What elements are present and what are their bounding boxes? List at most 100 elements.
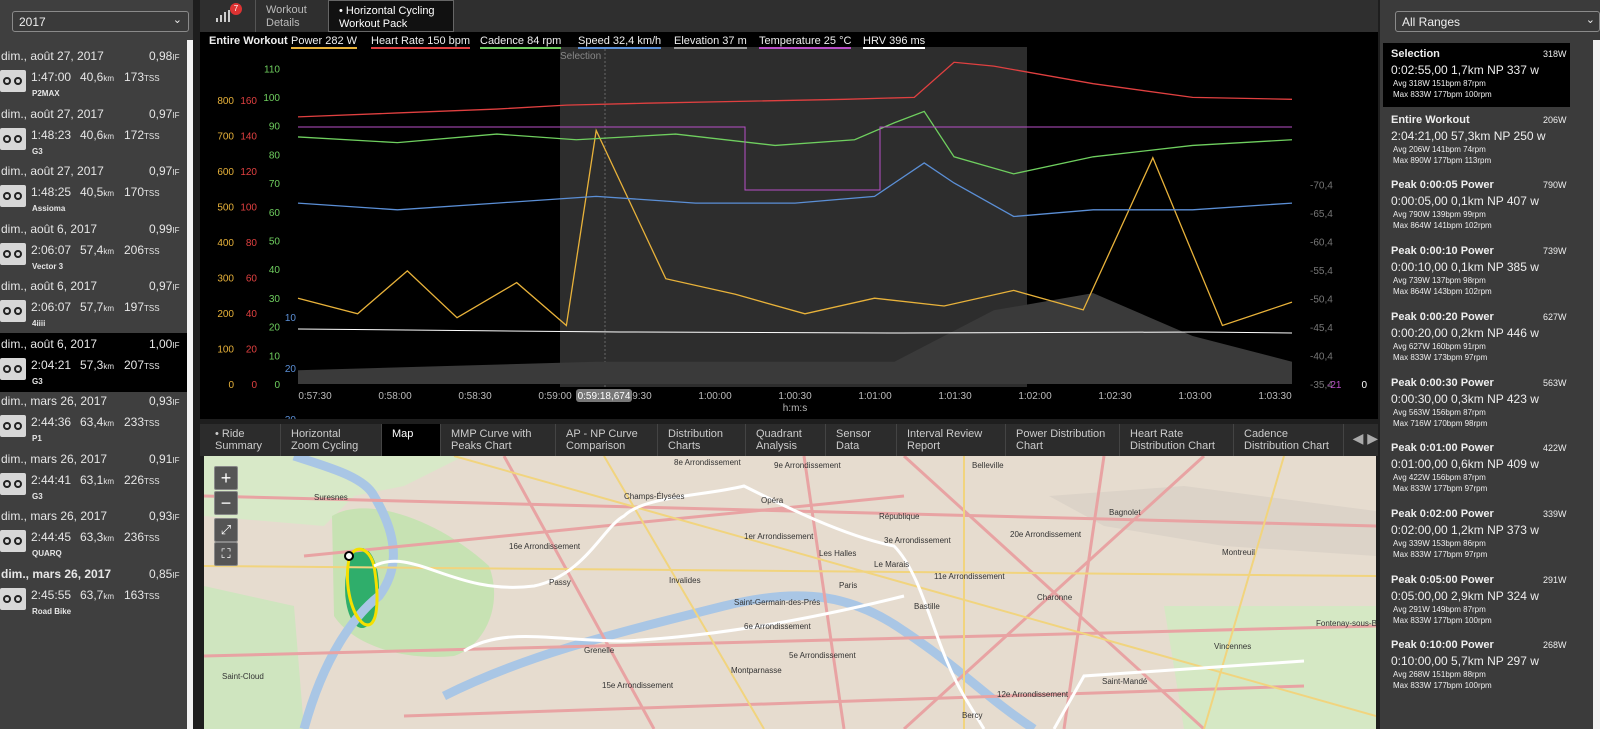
peak-title: Peak 0:02:00 Power [1391, 507, 1494, 520]
peak-item[interactable]: Peak 0:00:05 Power 790W 0:00:05,00 0,1km N… [1383, 174, 1570, 238]
bike-icon [0, 70, 26, 92]
peak-item[interactable]: Peak 0:00:30 Power 563W 0:00:30,00 0,3km N… [1383, 372, 1570, 436]
workout-list-item[interactable]: dim., mars 26, 2017 0,93IF 2:44:36 63,4km 23… [0, 390, 187, 449]
peak-item[interactable]: Peak 0:01:00 Power 422W 0:01:00,00 0,6km N… [1383, 437, 1570, 501]
workout-duration: 1:48:25 [31, 185, 72, 199]
legend-item[interactable]: Elevation 37 m [674, 35, 747, 49]
workout-list-item[interactable]: dim., août 27, 2017 0,97IF 1:48:23 40,6km 17… [0, 103, 187, 162]
workout-device: Vector 3 [32, 261, 64, 271]
peaks-scrollbar[interactable] [1593, 40, 1600, 729]
pack-tab[interactable]: Distribution Charts [658, 424, 746, 456]
map-label: 11e Arrondissement [934, 572, 1005, 581]
workout-list-scrollbar[interactable] [187, 40, 193, 729]
distance-value: 63,4 [80, 415, 104, 429]
legend-item[interactable]: Power 282 W [291, 35, 358, 49]
pack-tab[interactable]: Interval Review Report [897, 424, 1006, 456]
x-tick-label: 1:00:00 [698, 391, 732, 402]
fit-route-icon[interactable]: ⤢ [214, 518, 238, 542]
pack-tab[interactable]: Map [382, 424, 441, 456]
workout-list-item[interactable]: dim., août 6, 2017 1,00IF 2:04:21 57,3km 207… [0, 332, 187, 392]
peak-max: Max 833W 177bpm 100rpm [1393, 681, 1492, 691]
fullscreen-icon[interactable]: ⛶ [214, 542, 238, 566]
signal-icon[interactable] [216, 10, 230, 22]
peak-max: Max 833W 177bpm 97rpm [1393, 549, 1488, 559]
range-select[interactable]: All Ranges ⌄ [1395, 11, 1600, 32]
workout-if-value: 0,91 [149, 451, 173, 466]
workout-list-item[interactable]: dim., août 6, 2017 0,99IF 2:06:07 57,4km 206… [0, 218, 187, 277]
workout-list-item[interactable]: dim., mars 26, 2017 0,93IF 2:44:45 63,3km 23… [0, 505, 187, 564]
workout-if-value: 1,00 [149, 336, 173, 351]
distance-unit: km [103, 74, 115, 83]
tab-workout-details[interactable]: Workout Details [255, 0, 330, 32]
tss-unit: TSS [144, 131, 160, 141]
workout-device: G3 [32, 146, 43, 156]
workout-tss: 206TSS [124, 243, 160, 257]
tss-unit: TSS [144, 246, 160, 256]
map-label: Paris [839, 581, 858, 590]
tss-unit: TSS [144, 591, 160, 601]
year-select[interactable]: 2017 ⌄ [12, 11, 189, 32]
selection-label: Selection [560, 51, 601, 62]
map-label: Saint-Germain-des-Prés [734, 598, 821, 607]
pack-tab[interactable]: Cadence Distribution Chart [1234, 424, 1344, 456]
workout-date: dim., août 6, 2017 [1, 279, 98, 293]
peak-item[interactable]: Entire Workout 206W 2:04:21,00 57,3km NP 2… [1383, 109, 1570, 173]
legend-item[interactable]: Heart Rate 150 bpm [371, 35, 471, 49]
workout-duration: 2:06:07 [31, 242, 72, 257]
workout-list-item[interactable]: dim., août 27, 2017 0,98IF 1:47:00 40,6km 17… [0, 45, 187, 104]
pack-tab[interactable]: Power Distribution Chart [1006, 424, 1120, 456]
peak-item[interactable]: Peak 0:00:10 Power 739W 0:00:10,00 0,1km N… [1383, 240, 1570, 304]
tab-scroll-arrows[interactable]: ◀ ▶ [1353, 430, 1378, 447]
y-tick-hr: 40 [246, 309, 258, 320]
legend-item[interactable]: HRV 396 ms [863, 35, 926, 49]
workout-date: dim., mars 26, 2017 [1, 394, 108, 408]
legend-entire-workout[interactable]: Entire Workout [209, 35, 288, 47]
if-unit: IF [172, 398, 180, 407]
peak-item[interactable]: Peak 0:00:20 Power 627W 0:00:20,00 0,2km N… [1383, 306, 1570, 370]
peak-item[interactable]: Selection 318W 0:02:55,00 1,7km NP 337 w Av… [1383, 43, 1570, 107]
y-tick-cadence: 50 [269, 237, 281, 248]
tss-unit: TSS [144, 419, 160, 428]
pack-tab[interactable]: MMP Curve with Peaks Chart [441, 424, 556, 456]
tss-unit: TSS [144, 534, 160, 543]
legend-item[interactable]: Temperature 25 °C [759, 35, 852, 49]
map-label: Opéra [761, 496, 784, 505]
peak-item[interactable]: Peak 0:10:00 Power 268W 0:10:00,00 5,7km N… [1383, 634, 1570, 698]
pack-tab[interactable]: Quadrant Analysis [746, 424, 826, 456]
workout-if: 0,91IF [149, 452, 179, 466]
y-tick-cadence: 10 [269, 351, 281, 362]
workout-duration: 1:48:23 [31, 127, 72, 142]
tab-horizontal-cycling-workout-pack[interactable]: • Horizontal Cycling Workout Pack [328, 0, 454, 32]
peak-title: Peak 0:00:20 Power [1391, 310, 1494, 323]
workout-list-item[interactable]: dim., mars 26, 2017 0,91IF 2:44:41 63,1km 22… [0, 448, 187, 507]
pack-tab[interactable]: Sensor Data [826, 424, 897, 456]
workout-if-value: 0,85 [149, 566, 173, 581]
peak-item[interactable]: Peak 0:02:00 Power 339W 0:02:00,00 1,2km N… [1383, 503, 1570, 567]
workout-list-item[interactable]: dim., mars 26, 2017 0,85IF 2:45:55 63,7km 16… [0, 563, 187, 622]
peak-watts: 739W [1543, 246, 1567, 257]
pack-tab[interactable]: • Ride Summary [205, 424, 281, 456]
peak-item[interactable]: Peak 0:05:00 Power 291W 0:05:00,00 2,9km N… [1383, 569, 1570, 633]
zoom-in-button[interactable]: + [214, 466, 238, 490]
workout-list-item[interactable]: dim., août 27, 2017 0,97IF 1:48:25 40,5km 17… [0, 160, 187, 219]
pack-tab[interactable]: Heart Rate Distribution Chart [1120, 424, 1234, 456]
y-tick-cadence: 0 [274, 380, 280, 391]
workout-tss: 207TSS [124, 358, 160, 372]
tss-unit: TSS [144, 476, 160, 486]
pack-tab[interactable]: Horizontal Zoom Cycling [281, 424, 382, 456]
workout-if: 0,93IF [149, 509, 179, 523]
y-tick-elevation: -50,4 [1310, 295, 1333, 306]
y-tick-elevation: -55,4 [1310, 266, 1333, 277]
tss-unit: TSS [144, 361, 160, 371]
zoom-out-button[interactable]: − [214, 491, 238, 515]
legend-item[interactable]: Speed 32,4 km/h [578, 35, 662, 49]
map-label: 12e Arrondissement [997, 690, 1069, 699]
y-tick-power: 400 [217, 238, 234, 249]
if-unit: IF [172, 283, 180, 292]
legend-item[interactable]: Cadence 84 rpm [480, 35, 562, 49]
workout-list-item[interactable]: dim., août 6, 2017 0,97IF 2:06:07 57,7km 197… [0, 275, 187, 334]
pack-tab[interactable]: AP - NP Curve Comparison [556, 424, 658, 456]
route-map[interactable]: Suresnes Champs-Élysées 8e Arrondissement 9… [204, 456, 1376, 729]
workout-chart[interactable]: Selection 0:57:30 0:58:00 0:58:30 0:59:00 0:5… [200, 32, 1378, 699]
peak-avg: Avg 206W 141bpm 74rpm [1393, 144, 1486, 154]
